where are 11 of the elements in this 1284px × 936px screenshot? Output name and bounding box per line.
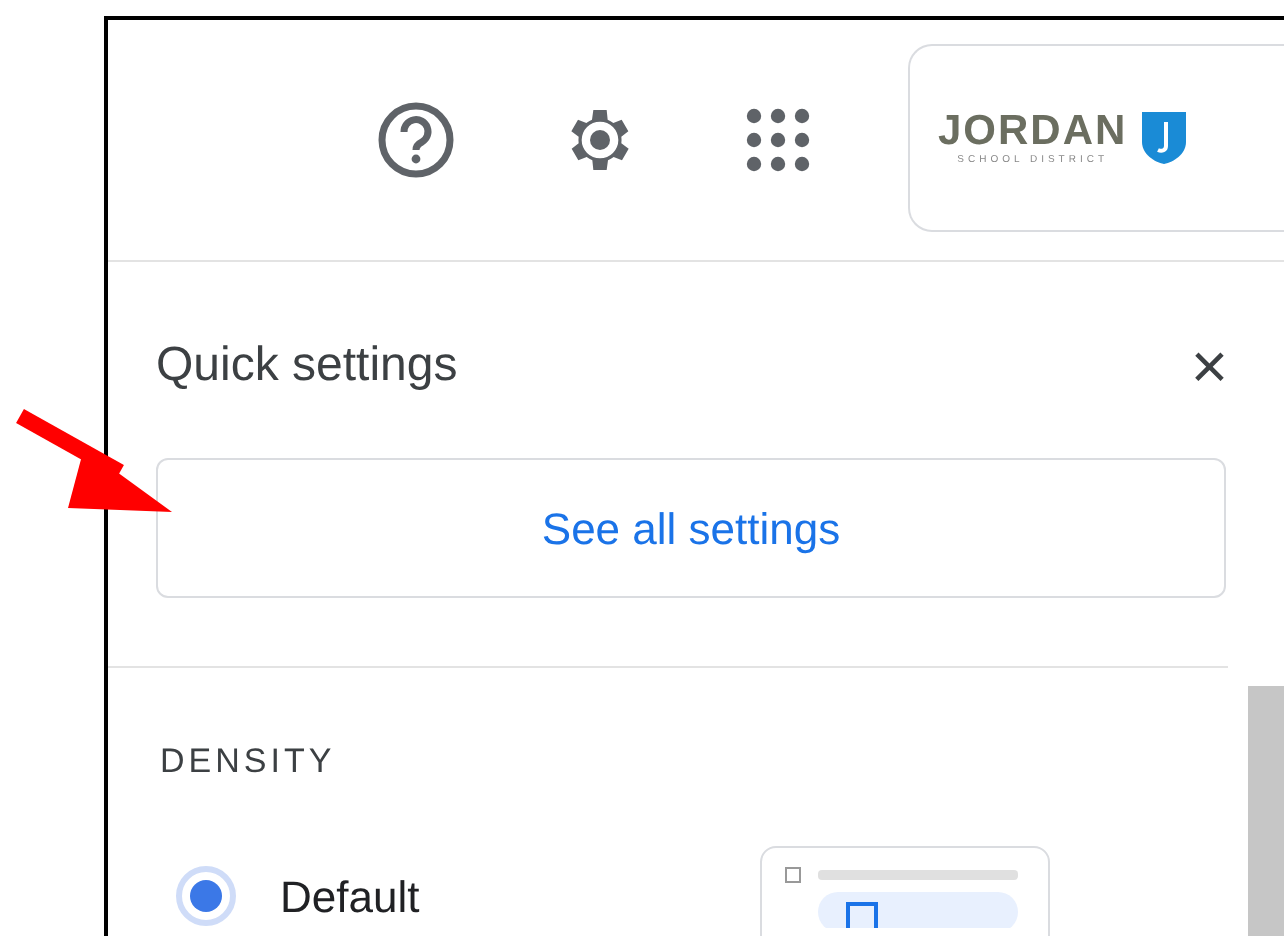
logo-name: JORDAN: [938, 110, 1128, 152]
see-all-settings-button[interactable]: See all settings: [156, 458, 1226, 598]
option-label: Default: [280, 869, 420, 925]
close-button[interactable]: ×: [1186, 334, 1232, 398]
scrollbar[interactable]: [1248, 686, 1284, 936]
help-icon[interactable]: [376, 100, 456, 180]
panel-title: Quick settings: [156, 336, 458, 396]
shield-icon: [1139, 110, 1188, 166]
radio-button[interactable]: [176, 866, 236, 926]
section-heading: DENSITY: [160, 740, 338, 784]
apps-grid-icon[interactable]: [744, 106, 812, 174]
